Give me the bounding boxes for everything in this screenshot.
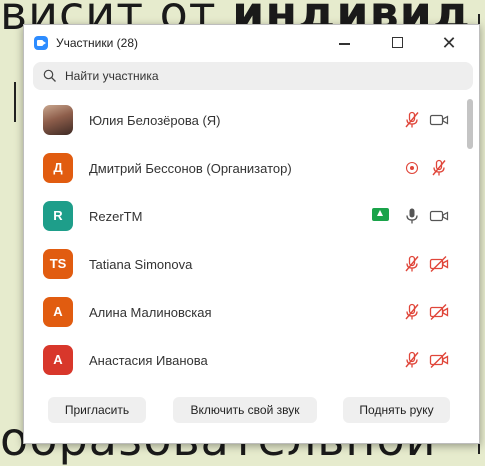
participant-name: Дмитрий Бессонов (Организатор) xyxy=(89,161,292,176)
participant-row[interactable]: Д Дмитрий Бессонов (Организатор) xyxy=(24,145,464,193)
invite-button[interactable]: Пригласить xyxy=(48,397,146,423)
avatar xyxy=(43,105,73,135)
video-icon[interactable] xyxy=(429,111,449,129)
participant-name: RezerTM xyxy=(89,209,143,224)
participant-row[interactable]: А Алина Малиновская xyxy=(24,289,464,337)
share-screen-icon xyxy=(372,208,389,221)
mic-icon[interactable] xyxy=(402,207,422,225)
video-icon[interactable] xyxy=(429,207,449,225)
close-icon: ✕ xyxy=(441,33,457,53)
participant-row[interactable]: R RezerTM xyxy=(24,193,464,241)
mic-muted-icon[interactable] xyxy=(402,255,422,273)
search-input[interactable] xyxy=(65,62,455,90)
participant-row[interactable]: Юлия Белозёрова (Я) xyxy=(24,97,464,145)
search-box[interactable] xyxy=(33,62,473,90)
raise-hand-button[interactable]: Поднять руку xyxy=(343,397,450,423)
background-divider xyxy=(14,82,16,122)
zoom-app-icon xyxy=(34,36,48,50)
participant-name: Юлия Белозёрова (Я) xyxy=(89,113,221,128)
scrollbar[interactable] xyxy=(467,99,473,379)
maximize-button[interactable] xyxy=(386,31,410,55)
participant-row[interactable]: TS Tatiana Simonova xyxy=(24,241,464,289)
participant-name: Tatiana Simonova xyxy=(89,257,193,272)
mic-muted-icon[interactable] xyxy=(402,351,422,369)
close-button[interactable]: ✕ xyxy=(437,31,461,55)
avatar: А xyxy=(43,297,73,327)
minimize-button[interactable] xyxy=(333,31,357,55)
video-off-icon[interactable] xyxy=(429,303,449,321)
avatar: TS xyxy=(43,249,73,279)
window-title: Участники (28) xyxy=(56,36,139,50)
video-off-icon[interactable] xyxy=(429,351,449,369)
search-icon xyxy=(43,69,56,82)
video-off-icon[interactable] xyxy=(429,255,449,273)
mic-muted-icon[interactable] xyxy=(402,111,422,129)
participant-name: Алина Малиновская xyxy=(89,305,212,320)
avatar: R xyxy=(43,201,73,231)
mic-muted-icon[interactable] xyxy=(429,159,449,177)
avatar: А xyxy=(43,345,73,375)
participant-row[interactable]: А Анастасия Иванова xyxy=(24,337,464,375)
participants-window: Участники (28) ✕ Юлия Белозёрова (Я) Д Дми… xyxy=(23,24,480,444)
participants-list: Юлия Белозёрова (Я) Д Дмитрий Бессонов (Ор… xyxy=(24,97,464,375)
scrollbar-thumb[interactable] xyxy=(467,99,473,149)
mic-muted-icon[interactable] xyxy=(402,303,422,321)
recording-icon xyxy=(402,159,422,177)
unmute-button[interactable]: Включить свой звук xyxy=(173,397,317,423)
participant-name: Анастасия Иванова xyxy=(89,353,208,368)
avatar: Д xyxy=(43,153,73,183)
title-bar[interactable]: Участники (28) ✕ xyxy=(24,25,479,61)
